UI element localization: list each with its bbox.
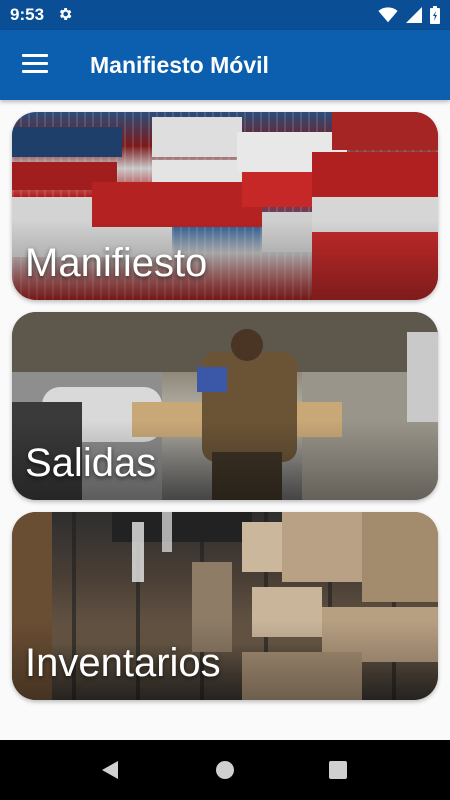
status-time: 9:53 (10, 5, 45, 24)
app-bar: Manifiesto Móvil (0, 30, 450, 100)
battery-icon (430, 6, 440, 29)
card-label-salidas: Salidas (25, 441, 157, 485)
salidas-card[interactable]: Salidas (12, 312, 438, 500)
back-icon[interactable] (100, 760, 120, 785)
recents-icon[interactable] (328, 760, 348, 785)
card-label-manifiesto: Manifiesto (25, 241, 208, 285)
wifi-icon (378, 7, 398, 28)
signal-icon (406, 7, 422, 28)
home-icon[interactable] (215, 760, 235, 785)
navigation-bar (0, 740, 450, 800)
manifiesto-card[interactable]: Manifiesto (12, 112, 438, 300)
status-bar: 9:53 (0, 0, 450, 30)
card-label-inventarios: Inventarios (25, 641, 221, 685)
settings-icon (57, 6, 73, 27)
page-title: Manifiesto Móvil (90, 52, 269, 78)
inventarios-card[interactable]: Inventarios (12, 512, 438, 700)
hamburger-menu-icon[interactable] (22, 54, 48, 76)
